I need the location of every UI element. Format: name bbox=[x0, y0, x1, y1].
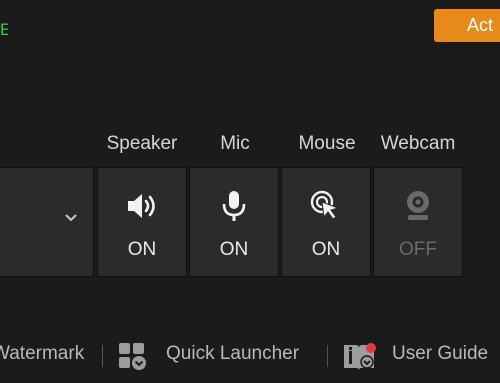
mouse-state: ON bbox=[311, 239, 341, 260]
notification-dot bbox=[366, 343, 376, 353]
chevron-down-icon bbox=[65, 214, 77, 222]
audio-source-dropdown[interactable] bbox=[0, 167, 94, 277]
watermark-link[interactable]: Watermark bbox=[0, 343, 84, 369]
webcam-toggle[interactable]: OFF bbox=[373, 167, 463, 277]
guide-book-icon[interactable] bbox=[342, 342, 378, 372]
mic-toggle[interactable]: ON bbox=[189, 167, 279, 277]
speaker-toggle[interactable]: ON bbox=[97, 167, 187, 277]
mouse-label: Mouse bbox=[298, 133, 356, 154]
status-indicator-text: E bbox=[0, 20, 8, 39]
mouse-toggle[interactable]: ON bbox=[281, 167, 371, 277]
mouse-cursor-icon bbox=[310, 190, 340, 220]
mic-state: ON bbox=[219, 239, 249, 260]
speaker-state: ON bbox=[127, 239, 157, 260]
microphone-icon bbox=[222, 191, 246, 221]
divider bbox=[327, 345, 328, 367]
webcam-state: OFF bbox=[399, 239, 437, 260]
speaker-label: Speaker bbox=[106, 133, 178, 154]
divider bbox=[102, 345, 103, 367]
mic-label: Mic bbox=[220, 133, 250, 154]
activate-button[interactable]: Act bbox=[434, 9, 500, 42]
apps-grid-icon[interactable] bbox=[118, 342, 150, 372]
webcam-icon bbox=[407, 191, 429, 220]
webcam-label: Webcam bbox=[380, 133, 456, 154]
quick-launcher-link[interactable]: Quick Launcher bbox=[166, 343, 299, 369]
user-guide-link[interactable]: User Guide bbox=[392, 343, 488, 369]
speaker-icon bbox=[128, 194, 155, 218]
